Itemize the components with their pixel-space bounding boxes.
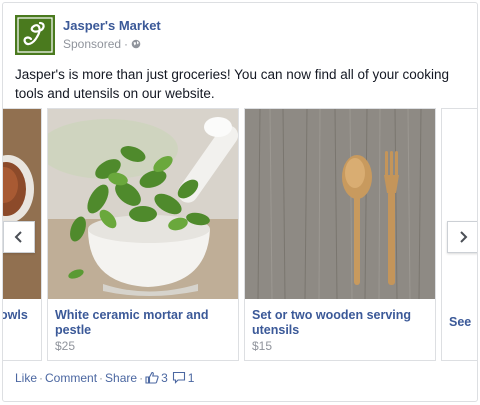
sponsored-post-card: Jasper's Market Sponsored · Jasper's is m… [2,2,478,402]
comment-link[interactable]: Comment [45,371,97,385]
product-image-bowl [3,109,41,299]
carousel-card-price: $25 [55,339,76,353]
page-name-link[interactable]: Jasper's Market [63,18,161,33]
post-text: Jasper's is more than just groceries! Yo… [15,67,450,101]
separator-dot: · [139,371,144,385]
carousel-prev-button[interactable] [3,221,35,253]
logo-script-j-icon [17,17,53,53]
product-image-wooden-utensils [245,109,435,299]
separator-dot: · [39,371,44,385]
chevron-left-icon [14,231,22,243]
chevron-right-icon [460,231,468,243]
comment-icon[interactable] [172,371,186,384]
carousel-card-title[interactable]: owls [3,308,35,323]
thumbs-up-icon[interactable] [145,371,159,384]
see-more-link[interactable]: See [449,315,477,330]
carousel-card-title[interactable]: White ceramic mortar and pestle [55,308,232,338]
separator-dot: · [99,371,104,385]
carousel-card-mortar-pestle[interactable]: White ceramic mortar and pestle $25 [47,108,239,361]
carousel-card-price: $15 [252,339,273,353]
carousel-card-title[interactable]: Set or two wooden serving utensils [252,308,429,338]
like-count[interactable]: 3 [161,371,168,385]
post-meta: Sponsored · [63,37,141,51]
post-actions: Like · Comment · Share · 3 1 [15,371,198,385]
sponsored-label[interactable]: Sponsored [63,37,121,51]
product-image-mortar-pestle [48,109,238,299]
separator-dot: · [124,37,129,51]
page-avatar[interactable] [15,15,55,55]
share-link[interactable]: Share [105,371,137,385]
globe-icon[interactable] [131,39,141,49]
carousel-card-wooden-utensils[interactable]: Set or two wooden serving utensils $15 [244,108,436,361]
carousel-next-button[interactable] [447,221,477,253]
product-carousel: owls White ceramic mortar and pestle $25… [3,108,477,363]
like-link[interactable]: Like [15,371,37,385]
comment-count[interactable]: 1 [188,371,195,385]
